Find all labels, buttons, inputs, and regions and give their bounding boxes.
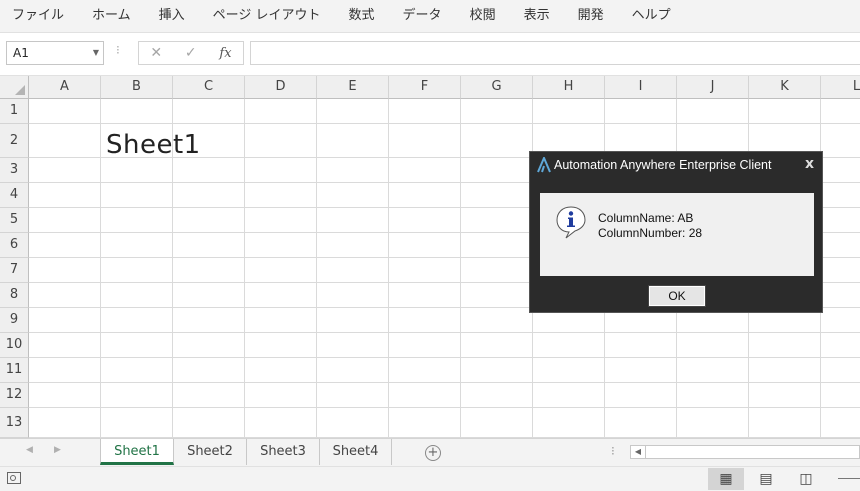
column-header-d[interactable]: D xyxy=(245,76,317,99)
menu-formulas[interactable]: 数式 xyxy=(335,0,389,32)
info-icon xyxy=(556,206,586,239)
grid-column-line xyxy=(388,99,389,438)
row-header-4[interactable]: 4 xyxy=(0,183,29,208)
macro-record-icon[interactable] xyxy=(7,472,21,484)
dialog-message-line1: ColumnName: AB xyxy=(598,211,694,225)
grid-row-line xyxy=(29,332,860,333)
menu-page-layout[interactable]: ページ レイアウト xyxy=(199,0,335,32)
ribbon-menu-bar: ファイル ホーム 挿入 ページ レイアウト 数式 データ 校閲 表示 開発 ヘル… xyxy=(0,0,860,33)
column-header-g[interactable]: G xyxy=(461,76,533,99)
horizontal-scrollbar[interactable]: ◀ xyxy=(630,445,860,459)
dialog-body: ColumnName: AB ColumnNumber: 28 xyxy=(540,193,814,276)
ok-button[interactable]: OK xyxy=(648,285,706,307)
column-header-l[interactable]: L xyxy=(821,76,860,99)
grid-row-line xyxy=(29,407,860,408)
name-box-value: A1 xyxy=(13,46,29,60)
cancel-icon[interactable]: ✕ xyxy=(150,45,162,61)
column-header-c[interactable]: C xyxy=(173,76,245,99)
column-header-k[interactable]: K xyxy=(749,76,821,99)
tab-sheet3[interactable]: Sheet3 xyxy=(247,439,320,465)
row-header-7[interactable]: 7 xyxy=(0,258,29,283)
insert-function-icon[interactable]: fx xyxy=(219,46,231,61)
row-header-6[interactable]: 6 xyxy=(0,233,29,258)
name-box[interactable]: A1 ▼ xyxy=(6,41,104,65)
page-layout-view-icon[interactable]: ▤ xyxy=(748,468,784,490)
row-header-3[interactable]: 3 xyxy=(0,158,29,183)
grid-row-line xyxy=(29,382,860,383)
column-header-a[interactable]: A xyxy=(29,76,101,99)
menu-developer[interactable]: 開発 xyxy=(564,0,618,32)
chevron-down-icon[interactable]: ▼ xyxy=(93,42,99,64)
dialog-title: Automation Anywhere Enterprise Client xyxy=(554,158,772,172)
scroll-left-arrow-icon[interactable]: ◀ xyxy=(631,446,646,458)
add-sheet-icon[interactable]: + xyxy=(425,445,441,461)
menu-file[interactable]: ファイル xyxy=(0,0,78,32)
automation-anywhere-logo-icon xyxy=(537,157,551,173)
column-header-h[interactable]: H xyxy=(533,76,605,99)
column-header-j[interactable]: J xyxy=(677,76,749,99)
tab-sheet4[interactable]: Sheet4 xyxy=(320,439,392,465)
grid-column-line xyxy=(316,99,317,438)
formula-bar-grip-icon: ⁝ xyxy=(116,43,120,57)
normal-view-icon[interactable]: ▦ xyxy=(708,468,744,490)
column-header-b[interactable]: B xyxy=(101,76,173,99)
grid-column-line xyxy=(460,99,461,438)
menu-data[interactable]: データ xyxy=(389,0,456,32)
column-header-e[interactable]: E xyxy=(317,76,389,99)
row-header-11[interactable]: 11 xyxy=(0,358,29,383)
menu-review[interactable]: 校閲 xyxy=(456,0,510,32)
zoom-slider[interactable] xyxy=(838,478,860,479)
select-all-corner[interactable] xyxy=(0,76,29,99)
menu-view[interactable]: 表示 xyxy=(510,0,564,32)
tab-sheet2[interactable]: Sheet2 xyxy=(174,439,247,465)
row-header-13[interactable]: 13 xyxy=(0,408,29,438)
column-header-i[interactable]: I xyxy=(605,76,677,99)
cell-b2-text[interactable]: Sheet1 xyxy=(106,130,201,160)
status-bar: ▦ ▤ ◫ xyxy=(0,466,860,491)
row-header-9[interactable]: 9 xyxy=(0,308,29,333)
column-header-f[interactable]: F xyxy=(389,76,461,99)
menu-help[interactable]: ヘルプ xyxy=(618,0,685,32)
grid-column-line xyxy=(100,99,101,438)
row-header-12[interactable]: 12 xyxy=(0,383,29,408)
enter-check-icon[interactable]: ✓ xyxy=(185,45,197,61)
tab-sheet1[interactable]: Sheet1 xyxy=(100,439,174,465)
select-all-triangle-icon xyxy=(15,85,25,95)
row-header-5[interactable]: 5 xyxy=(0,208,29,233)
formula-input[interactable] xyxy=(250,41,860,65)
menu-insert[interactable]: 挿入 xyxy=(145,0,199,32)
row-header-10[interactable]: 10 xyxy=(0,333,29,358)
tab-scroll-left-icon[interactable]: ◀ xyxy=(26,445,33,455)
tabs-splitter-icon[interactable]: ⁝ xyxy=(611,444,615,458)
dialog-message: ColumnName: AB ColumnNumber: 28 xyxy=(598,211,702,241)
sheet-tabs-bar: ◀ ▶ Sheet1 Sheet2 Sheet3 Sheet4 + ⁝ ◀ xyxy=(0,438,860,467)
grid-row-line xyxy=(29,123,860,124)
formula-bar-buttons: ✕ ✓ fx xyxy=(138,41,244,65)
dialog-message-line2: ColumnNumber: 28 xyxy=(598,226,703,240)
menu-home[interactable]: ホーム xyxy=(78,0,145,32)
grid-column-line xyxy=(244,99,245,438)
page-break-preview-icon[interactable]: ◫ xyxy=(788,468,824,490)
formula-bar: A1 ▼ ⁝ ✕ ✓ fx xyxy=(0,33,860,76)
tab-scroll-right-icon[interactable]: ▶ xyxy=(54,445,61,455)
row-header-2[interactable]: 2 xyxy=(0,124,29,158)
dialog-title-bar[interactable]: Automation Anywhere Enterprise Client x xyxy=(530,152,822,180)
row-header-8[interactable]: 8 xyxy=(0,283,29,308)
row-header-1[interactable]: 1 xyxy=(0,99,29,124)
close-icon[interactable]: x xyxy=(805,156,814,172)
message-dialog: Automation Anywhere Enterprise Client x … xyxy=(529,151,823,313)
grid-row-line xyxy=(29,357,860,358)
